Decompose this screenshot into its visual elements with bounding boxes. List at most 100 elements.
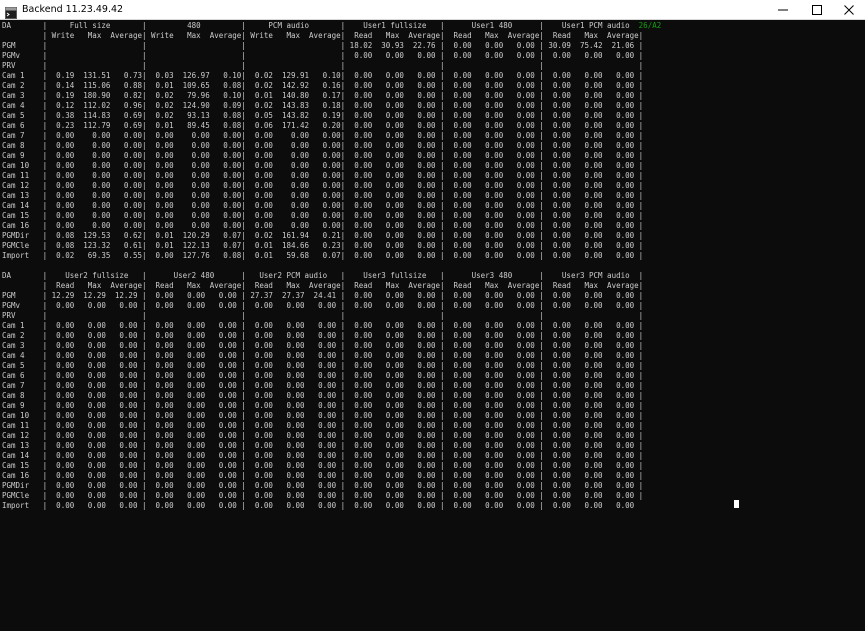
console-line-text: Cam 8 | 0.00 0.00 0.00 | 0.00 0.00 0.00 … <box>2 391 644 400</box>
status-indicator: 26/A2 <box>638 21 662 30</box>
console-line: PGMv | | | | 0.00 0.00 0.00 | 0.00 0.00 … <box>2 51 661 61</box>
console-line: Cam 16 | 0.00 0.00 0.00| 0.00 0.00 0.00|… <box>2 221 661 231</box>
console-line-text: PGM | | | | 18.02 30.93 22.76 | 0.00 0.0… <box>2 41 644 50</box>
console-line: Cam 5 | 0.00 0.00 0.00 | 0.00 0.00 0.00 … <box>2 361 661 371</box>
console-line: PGMDir | 0.08 129.53 0.62| 0.01 120.29 0… <box>2 231 661 241</box>
console-line: Cam 1 | 0.00 0.00 0.00 | 0.00 0.00 0.00 … <box>2 321 661 331</box>
console-line-text: Cam 4 | 0.12 112.02 0.96| 0.02 124.90 0.… <box>2 101 644 110</box>
console-line: Cam 3 | 0.19 180.90 0.82| 0.02 79.96 0.1… <box>2 91 661 101</box>
console-line: Cam 11 | 0.00 0.00 0.00| 0.00 0.00 0.00|… <box>2 171 661 181</box>
console-line: PGMCle | 0.08 123.32 0.61| 0.01 122.13 0… <box>2 241 661 251</box>
console-line-text: Cam 7 | 0.00 0.00 0.00 | 0.00 0.00 0.00 … <box>2 381 644 390</box>
minimize-icon <box>778 9 788 11</box>
console-line: Cam 2 | 0.00 0.00 0.00 | 0.00 0.00 0.00 … <box>2 331 661 341</box>
console-line: Cam 10 | 0.00 0.00 0.00 | 0.00 0.00 0.00… <box>2 411 661 421</box>
console-line: Cam 9 | 0.00 0.00 0.00| 0.00 0.00 0.00| … <box>2 151 661 161</box>
console-line-text: Cam 12 | 0.00 0.00 0.00 | 0.00 0.00 0.00… <box>2 431 644 440</box>
console-text: DA | Full size | 480 | PCM audio | User1… <box>2 21 661 511</box>
console-line: PGMDir | 0.00 0.00 0.00 | 0.00 0.00 0.00… <box>2 481 661 491</box>
console-line: Cam 6 | 0.23 112.79 0.69| 0.01 89.45 0.0… <box>2 121 661 131</box>
maximize-button[interactable] <box>800 0 834 19</box>
console-line: Cam 2 | 0.14 115.06 0.88| 0.01 109.65 0.… <box>2 81 661 91</box>
console-line: Cam 3 | 0.00 0.00 0.00 | 0.00 0.00 0.00 … <box>2 341 661 351</box>
console-line: PRV | | | | | | | <box>2 61 661 71</box>
console-line-text: PRV | | | | | | | <box>2 61 644 70</box>
console-line: PGMCle | 0.00 0.00 0.00 | 0.00 0.00 0.00… <box>2 491 661 501</box>
console-line-text: Cam 16 | 0.00 0.00 0.00| 0.00 0.00 0.00|… <box>2 221 644 230</box>
console-line-text: Cam 14 | 0.00 0.00 0.00| 0.00 0.00 0.00|… <box>2 201 644 210</box>
console-line: DA | User2 fullsize | User2 480 | User2 … <box>2 271 661 281</box>
console-line-text: Cam 10 | 0.00 0.00 0.00 | 0.00 0.00 0.00… <box>2 411 644 420</box>
console-line-text: Cam 14 | 0.00 0.00 0.00 | 0.00 0.00 0.00… <box>2 451 644 460</box>
text-cursor <box>734 500 739 508</box>
console-line: Cam 11 | 0.00 0.00 0.00 | 0.00 0.00 0.00… <box>2 421 661 431</box>
console-output[interactable]: DA | Full size | 480 | PCM audio | User1… <box>0 20 865 631</box>
console-line-text: Cam 16 | 0.00 0.00 0.00 | 0.00 0.00 0.00… <box>2 471 644 480</box>
console-line-text: Cam 10 | 0.00 0.00 0.00| 0.00 0.00 0.00|… <box>2 161 644 170</box>
console-line-text: Import | 0.00 0.00 0.00 | 0.00 0.00 0.00… <box>2 501 635 510</box>
console-line: Cam 5 | 0.38 114.83 0.69| 0.02 93.13 0.0… <box>2 111 661 121</box>
console-line: Cam 7 | 0.00 0.00 0.00| 0.00 0.00 0.00| … <box>2 131 661 141</box>
console-line: Cam 15 | 0.00 0.00 0.00 | 0.00 0.00 0.00… <box>2 461 661 471</box>
console-line-text: Cam 5 | 0.00 0.00 0.00 | 0.00 0.00 0.00 … <box>2 361 644 370</box>
console-line: Cam 13 | 0.00 0.00 0.00| 0.00 0.00 0.00|… <box>2 191 661 201</box>
console-line: Cam 4 | 0.12 112.02 0.96| 0.02 124.90 0.… <box>2 101 661 111</box>
console-line-text: Import | 0.02 69.35 0.55| 0.00 127.76 0.… <box>2 251 644 260</box>
console-line-text: Cam 15 | 0.00 0.00 0.00 | 0.00 0.00 0.00… <box>2 461 644 470</box>
console-line-text: Cam 13 | 0.00 0.00 0.00 | 0.00 0.00 0.00… <box>2 441 644 450</box>
title-bar[interactable]: Backend 11.23.49.42 <box>0 0 865 20</box>
console-line: Cam 9 | 0.00 0.00 0.00 | 0.00 0.00 0.00 … <box>2 401 661 411</box>
console-line: | Write Max Average| Write Max Average| … <box>2 31 661 41</box>
console-line-text: Cam 5 | 0.38 114.83 0.69| 0.02 93.13 0.0… <box>2 111 644 120</box>
console-line-text: Cam 3 | 0.19 180.90 0.82| 0.02 79.96 0.1… <box>2 91 644 100</box>
console-line: Cam 15 | 0.00 0.00 0.00| 0.00 0.00 0.00|… <box>2 211 661 221</box>
console-line-text: Cam 1 | 0.00 0.00 0.00 | 0.00 0.00 0.00 … <box>2 321 644 330</box>
minimize-button[interactable] <box>766 0 800 19</box>
console-line: DA | Full size | 480 | PCM audio | User1… <box>2 21 661 31</box>
console-app-icon <box>5 4 17 19</box>
console-line: Cam 14 | 0.00 0.00 0.00| 0.00 0.00 0.00|… <box>2 201 661 211</box>
console-line: Cam 4 | 0.00 0.00 0.00 | 0.00 0.00 0.00 … <box>2 351 661 361</box>
console-window: Backend 11.23.49.42 DA | Full size | 480… <box>0 0 865 631</box>
console-line-text: Cam 6 | 0.23 112.79 0.69| 0.01 89.45 0.0… <box>2 121 644 130</box>
console-line: Cam 12 | 0.00 0.00 0.00 | 0.00 0.00 0.00… <box>2 431 661 441</box>
console-line-text: Cam 11 | 0.00 0.00 0.00| 0.00 0.00 0.00|… <box>2 171 644 180</box>
close-button[interactable] <box>832 0 865 19</box>
console-line: Cam 16 | 0.00 0.00 0.00 | 0.00 0.00 0.00… <box>2 471 661 481</box>
console-line-text: Cam 15 | 0.00 0.00 0.00| 0.00 0.00 0.00|… <box>2 211 644 220</box>
console-line-text: Cam 8 | 0.00 0.00 0.00| 0.00 0.00 0.00| … <box>2 141 644 150</box>
console-line: PGMv | 0.00 0.00 0.00 | 0.00 0.00 0.00 |… <box>2 301 661 311</box>
console-line-text: DA | Full size | 480 | PCM audio | User1… <box>2 21 639 30</box>
console-line-text: PGM | 12.29 12.29 12.29 | 0.00 0.00 0.00… <box>2 291 644 300</box>
console-line-text: Cam 9 | 0.00 0.00 0.00| 0.00 0.00 0.00| … <box>2 151 644 160</box>
console-line-text: PGMCle | 0.08 123.32 0.61| 0.01 122.13 0… <box>2 241 644 250</box>
console-line-text: PGMCle | 0.00 0.00 0.00 | 0.00 0.00 0.00… <box>2 491 644 500</box>
console-line-text: Cam 6 | 0.00 0.00 0.00 | 0.00 0.00 0.00 … <box>2 371 644 380</box>
console-line: PGM | | | | 18.02 30.93 22.76 | 0.00 0.0… <box>2 41 661 51</box>
console-line-text: Cam 2 | 0.00 0.00 0.00 | 0.00 0.00 0.00 … <box>2 331 644 340</box>
console-line: Cam 13 | 0.00 0.00 0.00 | 0.00 0.00 0.00… <box>2 441 661 451</box>
maximize-icon <box>812 5 822 15</box>
console-line-text: PGMDir | 0.08 129.53 0.62| 0.01 120.29 0… <box>2 231 644 240</box>
console-line-text: Cam 9 | 0.00 0.00 0.00 | 0.00 0.00 0.00 … <box>2 401 644 410</box>
console-line: Cam 8 | 0.00 0.00 0.00 | 0.00 0.00 0.00 … <box>2 391 661 401</box>
console-line: Cam 12 | 0.00 0.00 0.00| 0.00 0.00 0.00|… <box>2 181 661 191</box>
console-line-text: PGMv | 0.00 0.00 0.00 | 0.00 0.00 0.00 |… <box>2 301 644 310</box>
console-line: | Read Max Average| Read Max Average| Re… <box>2 281 661 291</box>
console-line: Import | 0.00 0.00 0.00 | 0.00 0.00 0.00… <box>2 501 661 511</box>
console-line-text: Cam 4 | 0.00 0.00 0.00 | 0.00 0.00 0.00 … <box>2 351 644 360</box>
console-line: Cam 14 | 0.00 0.00 0.00 | 0.00 0.00 0.00… <box>2 451 661 461</box>
console-line: Cam 6 | 0.00 0.00 0.00 | 0.00 0.00 0.00 … <box>2 371 661 381</box>
console-line: Import | 0.02 69.35 0.55| 0.00 127.76 0.… <box>2 251 661 261</box>
console-line: Cam 7 | 0.00 0.00 0.00 | 0.00 0.00 0.00 … <box>2 381 661 391</box>
window-title: Backend 11.23.49.42 <box>22 4 124 15</box>
console-line: PGM | 12.29 12.29 12.29 | 0.00 0.00 0.00… <box>2 291 661 301</box>
console-line: Cam 1 | 0.19 131.51 0.73| 0.03 126.97 0.… <box>2 71 661 81</box>
console-line-text: PGMv | | | | 0.00 0.00 0.00 | 0.00 0.00 … <box>2 51 644 60</box>
console-line-text: Cam 7 | 0.00 0.00 0.00| 0.00 0.00 0.00| … <box>2 131 644 140</box>
console-line-text: | Write Max Average| Write Max Average| … <box>2 31 644 40</box>
console-line: PRV | | | | | | | <box>2 311 661 321</box>
console-line-text: Cam 11 | 0.00 0.00 0.00 | 0.00 0.00 0.00… <box>2 421 644 430</box>
console-line-text: Cam 13 | 0.00 0.00 0.00| 0.00 0.00 0.00|… <box>2 191 644 200</box>
